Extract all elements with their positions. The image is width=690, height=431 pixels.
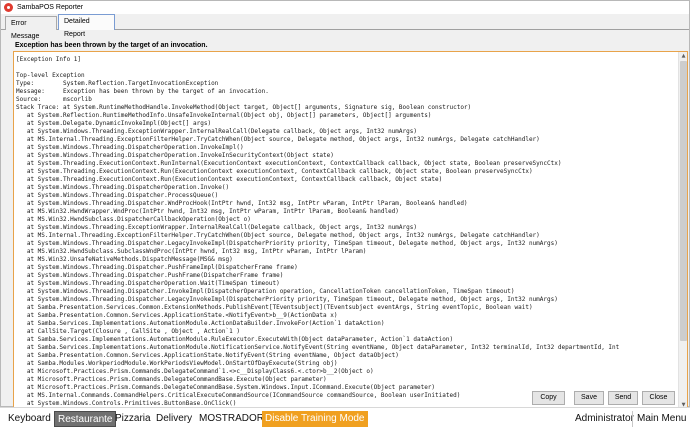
report-line: at System.Windows.Threading.ExceptionWra…: [16, 128, 417, 135]
reporter-window: SambaPOS Reporter Error Message Detailed…: [0, 0, 690, 411]
keyboard-button[interactable]: Keyboard: [5, 411, 54, 427]
report-line: at CallSite.Target(Closure , CallSite , …: [16, 328, 240, 335]
report-line: at System.Windows.Threading.Dispatcher.W…: [16, 200, 468, 207]
exception-headline: Exception has been thrown by the target …: [15, 42, 208, 49]
report-line: at System.Windows.Threading.Dispatcher.L…: [16, 240, 558, 247]
main-menu-button[interactable]: Main Menu: [632, 411, 689, 427]
report-line: Top-level Exception: [16, 72, 85, 79]
report-line: at System.Windows.Threading.DispatcherOp…: [16, 152, 334, 159]
tab-strip: Error Message Detailed Report: [1, 14, 689, 40]
report-line: at System.Delegate.DynamicInvokeImpl(Obj…: [16, 120, 212, 127]
report-line: at System.Threading.ExecutionContext.Run…: [16, 176, 443, 183]
department-delivery-button[interactable]: Delivery: [153, 411, 195, 427]
save-button[interactable]: Save: [574, 391, 604, 405]
close-button[interactable]: Close: [642, 391, 675, 405]
department-pizzaria-button[interactable]: Pizzaria: [112, 411, 154, 427]
report-line: at System.Reflection.RuntimeMethodInfo.U…: [16, 112, 432, 119]
report-line: at System.Windows.Threading.Dispatcher.P…: [16, 264, 298, 271]
report-line: at System.Threading.ExecutionContext.Run…: [16, 160, 562, 167]
report-line: at MS.Win32.HwndSubclass.DispatcherCallb…: [16, 216, 251, 223]
button-row: Copy Save Send Close: [1, 391, 689, 407]
report-line: Stack Trace: at System.RuntimeMethodHand…: [16, 104, 472, 111]
report-line: at System.Windows.Threading.DispatcherOp…: [16, 144, 244, 151]
tab-detailed-report[interactable]: Detailed Report: [58, 14, 115, 38]
report-line: at Microsoft.Practices.Prism.Commands.De…: [16, 368, 374, 375]
pos-taskbar: Keyboard Restaurante Pizzaria Delivery M…: [0, 407, 690, 431]
report-line: Type: System.Reflection.TargetInvocation…: [16, 80, 219, 87]
app-icon: [4, 3, 13, 12]
report-line: at System.Threading.ExecutionContext.Run…: [16, 168, 533, 175]
report-line: at MS.Win32.UnsafeNativeMethods.Dispatch…: [16, 256, 233, 263]
tab-error-message[interactable]: Error Message: [5, 16, 57, 40]
report-line: at MS.Internal.Threading.ExceptionFilter…: [16, 232, 540, 239]
report-line: [Exception Info 1]: [16, 56, 82, 63]
vertical-scrollbar[interactable]: ▲ ▼: [678, 52, 687, 410]
send-button[interactable]: Send: [608, 391, 638, 405]
report-line: at Samba.Modules.WorkperiodModule.WorkPe…: [16, 360, 338, 367]
report-line: at Samba.Services.Implementations.Automa…: [16, 344, 620, 351]
report-line: Source: mscorlib: [16, 96, 92, 103]
report-line: at Microsoft.Practices.Prism.Commands.De…: [16, 376, 327, 383]
scroll-thumb[interactable]: [680, 61, 687, 341]
window-title: SambaPOS Reporter: [17, 4, 84, 11]
report-line: at Samba.Presentation.Services.Common.Ex…: [16, 304, 533, 311]
report-line: at System.Windows.Threading.Dispatcher.L…: [16, 296, 558, 303]
report-line: at Samba.Services.Implementations.Automa…: [16, 320, 385, 327]
report-text: [Exception Info 1] Top-level Exception Ty…: [16, 56, 677, 410]
copy-button[interactable]: Copy: [532, 391, 565, 405]
detailed-report-panel: Exception has been thrown by the target …: [7, 30, 688, 411]
report-line: at System.Windows.Threading.DispatcherOp…: [16, 280, 280, 287]
report-line: at MS.Internal.Threading.ExceptionFilter…: [16, 136, 540, 143]
report-textbox[interactable]: [Exception Info 1] Top-level Exception Ty…: [13, 51, 688, 411]
report-line: at System.Windows.Threading.Dispatcher.I…: [16, 288, 515, 295]
department-mostrador-button[interactable]: MOSTRADOR: [196, 411, 267, 427]
report-line: at Samba.Services.Implementations.Automa…: [16, 336, 454, 343]
report-line: at MS.Win32.HwndWrapper.WndProc(IntPtr h…: [16, 208, 399, 215]
report-line: at System.Windows.Threading.Dispatcher.P…: [16, 272, 284, 279]
disable-training-mode-button[interactable]: Disable Training Mode: [262, 411, 368, 427]
report-line: at System.Windows.Threading.Dispatcher.P…: [16, 192, 219, 199]
report-line: at System.Windows.Threading.DispatcherOp…: [16, 184, 230, 191]
report-line: at System.Windows.Threading.ExceptionWra…: [16, 224, 417, 231]
report-line: Message: Exception has been thrown by th…: [16, 88, 269, 95]
scroll-up-icon[interactable]: ▲: [680, 53, 687, 60]
title-bar[interactable]: SambaPOS Reporter: [1, 1, 689, 14]
report-line: at Samba.Presentation.Common.Services.Ap…: [16, 312, 338, 319]
report-line: at MS.Win32.HwndSubclass.SubclassWndProc…: [16, 248, 367, 255]
department-restaurante-button[interactable]: Restaurante: [54, 411, 117, 427]
report-line: [16, 64, 677, 72]
current-user-label[interactable]: Administrator: [572, 411, 637, 427]
report-line: at Samba.Presentation.Common.Services.Ap…: [16, 352, 399, 359]
